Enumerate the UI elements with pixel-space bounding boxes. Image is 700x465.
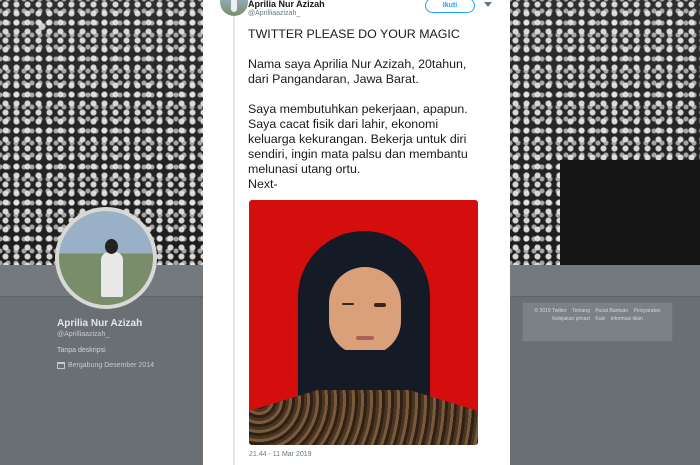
photo-batik-shirt <box>249 390 478 445</box>
photo-eye-right <box>374 303 386 307</box>
calendar-icon <box>57 362 65 369</box>
tweet-text: TWITTER PLEASE DO YOUR MAGIC Nama saya A… <box>248 27 468 191</box>
profile-avatar[interactable] <box>55 207 157 309</box>
tweet-photo[interactable] <box>249 200 478 445</box>
footer-link-privacy[interactable]: Kebijakan privasi <box>552 316 590 322</box>
photo-mouth <box>356 336 374 340</box>
footer-link-help[interactable]: Pusat Bantuan <box>595 308 628 314</box>
profile-name[interactable]: Aprilia Nur Azizah <box>57 318 142 329</box>
follow-button[interactable]: Ikuti <box>425 0 475 13</box>
tweet-modal: Aprilia Nur Azizah @Aprilliaazizah_ Ikut… <box>203 0 510 465</box>
footer-link-copyright[interactable]: © 2019 Twitter <box>535 308 567 314</box>
profile-joined: Bergabung Desember 2014 <box>57 362 154 369</box>
banner-shadow <box>560 160 700 265</box>
footer-links: © 2019 Twitter Tentang Pusat Bantuan Per… <box>522 302 673 342</box>
photo-eye-left <box>342 303 354 305</box>
thread-line <box>233 16 235 465</box>
tweet-author-avatar[interactable] <box>220 0 248 16</box>
tweet-timestamp[interactable]: 21.44 - 11 Mar 2019 <box>249 451 312 458</box>
footer-link-ads-info[interactable]: Informasi iklan <box>611 316 643 322</box>
avatar-person <box>101 239 123 299</box>
footer-link-about[interactable]: Tentang <box>572 308 590 314</box>
footer-link-cookies[interactable]: Kuki <box>595 316 605 322</box>
profile-joined-text: Bergabung Desember 2014 <box>68 362 155 369</box>
tweet-author-handle[interactable]: @Aprilliaazizah_ <box>248 10 300 17</box>
profile-handle[interactable]: @Aprilliaazizah_ <box>57 331 109 338</box>
photo-face <box>329 267 401 355</box>
footer-link-terms[interactable]: Persyaratan <box>634 308 661 314</box>
chevron-down-icon[interactable] <box>484 2 492 7</box>
tweet-author-name[interactable]: Aprilia Nur Azizah <box>248 0 325 9</box>
profile-description: Tanpa deskripsi <box>57 347 106 354</box>
